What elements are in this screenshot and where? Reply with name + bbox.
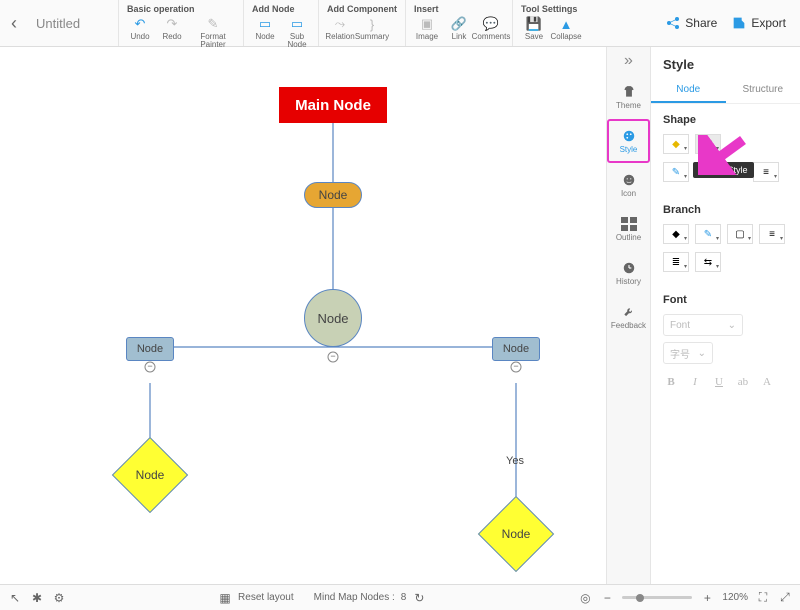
section-shape-title: Shape [663,114,788,126]
undo-button[interactable]: ↶Undo [125,17,155,49]
shirt-icon [621,85,637,99]
insert-image-button[interactable]: ▣Image [412,17,442,41]
add-node-button[interactable]: ▭Node [250,17,280,49]
font-family-select[interactable]: Font⌄ [663,314,743,336]
zoom-value: 120% [722,592,748,603]
smiley-icon [621,173,637,187]
back-button[interactable]: ‹ [0,0,28,46]
share-button[interactable]: Share [665,15,717,31]
zoom-in-button[interactable]: + [700,591,714,605]
tab-node[interactable]: Node [651,80,726,103]
rail-history[interactable]: History [607,251,650,295]
document-title[interactable]: Untitled [28,0,118,46]
node-rect-left[interactable]: Node [126,337,174,361]
layout-icon[interactable]: ▦ [218,591,232,605]
branch-border-control[interactable]: ▢▾ [727,224,753,244]
italic-button[interactable]: I [687,374,703,390]
node-diamond-right[interactable]: Node [489,507,543,561]
rail-outline[interactable]: Outline [607,207,650,251]
toolgroup-basic: Basic operation ↶Undo ↷Redo ✎Format Pain… [118,0,243,46]
diamond-left-label: Node [136,468,165,482]
grid-icon [621,217,637,231]
bold-button[interactable]: B [663,374,679,390]
add-sub-node-button[interactable]: ▭Sub Node [282,17,312,49]
fullscreen-icon[interactable]: ⤢ [778,591,792,605]
side-rail: » Theme Style Icon Outline History Feedb… [606,47,650,584]
summary-button[interactable]: }Summary [357,17,387,41]
style-panel: Style Node Structure Shape ◆▾ ◧▾ ✎▾ Shap… [650,47,800,584]
share-icon [665,15,681,31]
toolgroup-insert: Insert ▣Image 🔗Link 💬Comments [405,0,512,46]
palette-icon [621,129,637,143]
nav-icon[interactable]: ↖ [8,591,22,605]
relation-button[interactable]: ⤳Relation [325,17,355,41]
toolgroup-tool-settings-title: Tool Settings [519,2,581,17]
insert-link-button[interactable]: 🔗Link [444,17,474,41]
font-size-select[interactable]: 字号⌄ [663,342,713,364]
border-style-control[interactable]: ≡▾ [753,162,779,182]
section-font-title: Font [663,294,788,306]
branch-fill-control[interactable]: ◆▾ [663,224,689,244]
underline-button[interactable]: U [711,374,727,390]
section-branch-title: Branch [663,204,788,216]
svg-text:−: − [330,351,335,361]
top-toolbar: ‹ Untitled Basic operation ↶Undo ↷Redo ✎… [0,0,800,47]
export-button[interactable]: Export [731,15,786,31]
panel-title: Style [651,53,800,80]
format-painter-button[interactable]: ✎Format Painter [189,17,237,49]
fill-color-control[interactable]: ◆▾ [663,134,689,154]
rail-feedback[interactable]: Feedback [607,295,650,339]
diagram-canvas[interactable]: − − − Main Node Node Node Node Node Node… [0,47,606,584]
toolgroup-add-node-title: Add Node [250,2,312,17]
diamond-right-label: Node [502,527,531,541]
annotation-arrow [698,135,748,175]
nodes-label: Mind Map Nodes : [314,592,395,603]
node-circle[interactable]: Node [304,289,362,347]
toolgroup-add-component: Add Component ⤳Relation }Summary [318,0,405,46]
branch-style2-control[interactable]: ⇆▾ [695,252,721,272]
svg-text:−: − [147,361,152,371]
edge-label-yes: Yes [506,455,524,467]
insert-comments-button[interactable]: 💬Comments [476,17,506,41]
collapse-button[interactable]: ▲Collapse [551,17,581,41]
node-rect-right[interactable]: Node [492,337,540,361]
reset-layout-button[interactable]: Reset layout [238,592,294,603]
rail-icon[interactable]: Icon [607,163,650,207]
branch-line-color-control[interactable]: ✎▾ [695,224,721,244]
node-pill[interactable]: Node [304,182,362,208]
rail-theme[interactable]: Theme [607,75,650,119]
svg-text:−: − [513,361,518,371]
redo-button[interactable]: ↷Redo [157,17,187,49]
lowercase-button[interactable]: ab [735,374,751,390]
branch-align-control[interactable]: ≡▾ [759,224,785,244]
center-icon[interactable]: ◎ [578,591,592,605]
main-node[interactable]: Main Node [279,87,387,123]
fit-icon[interactable]: ⛶ [756,591,770,605]
refresh-icon[interactable]: ↻ [412,591,426,605]
export-icon [731,15,747,31]
status-bar: ↖ ✱ ⚙ ▦ Reset layout Mind Map Nodes : 8 … [0,584,800,610]
border-color-control[interactable]: ✎▾ [663,162,689,182]
node-diamond-left[interactable]: Node [123,448,177,502]
settings-icon[interactable]: ✱ [30,591,44,605]
toolgroup-add-node: Add Node ▭Node ▭Sub Node [243,0,318,46]
tab-structure[interactable]: Structure [726,80,800,103]
zoom-slider[interactable] [622,596,692,599]
share-label: Share [685,16,717,30]
zoom-out-button[interactable]: − [600,591,614,605]
search-status-icon[interactable]: ⚙ [52,591,66,605]
save-button[interactable]: 💾Save [519,17,549,41]
toolgroup-add-component-title: Add Component [325,2,399,17]
toolgroup-insert-title: Insert [412,2,506,17]
rail-style[interactable]: Style [607,119,650,163]
nodes-count: 8 [401,592,407,603]
export-label: Export [751,16,786,30]
font-color-button[interactable]: A [759,374,775,390]
clock-icon [621,261,637,275]
wrench-icon [621,305,637,319]
branch-style1-control[interactable]: ≣▾ [663,252,689,272]
toolgroup-tool-settings: Tool Settings 💾Save ▲Collapse [512,0,587,46]
rail-collapse-button[interactable]: » [607,47,650,75]
toolgroup-basic-title: Basic operation [125,2,237,17]
